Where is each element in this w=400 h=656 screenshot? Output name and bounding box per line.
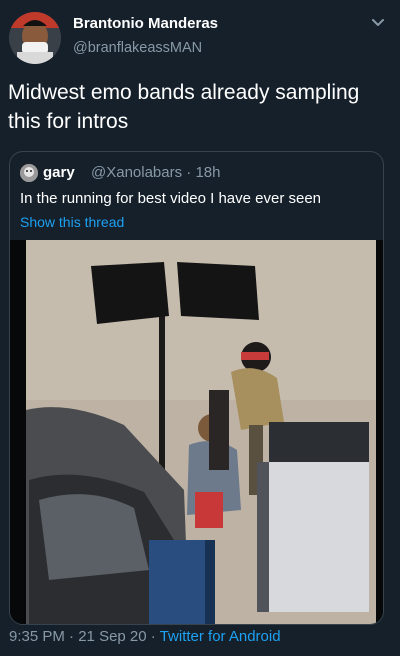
- quoted-age: 18h: [195, 164, 221, 181]
- tweet-text: Midwest emo bands already sampling this …: [8, 81, 360, 133]
- quoted-tweet[interactable]: gary @Xanolabars · 18h In the running fo…: [9, 151, 384, 625]
- show-thread-link[interactable]: Show this thread: [20, 214, 124, 230]
- quoted-author-handle: @Xanolabars: [91, 164, 183, 181]
- footer-separator: ·: [146, 628, 160, 645]
- tweet-source-link[interactable]: Twitter for Android: [160, 628, 281, 645]
- quoted-avatar: [20, 164, 38, 182]
- tweet-footer: 9:35 PM · 21 Sep 20 · Twitter for Androi…: [9, 628, 281, 645]
- quoted-author-meta: @Xanolabars · 18h: [91, 164, 221, 181]
- author-name[interactable]: Brantonio Manderas: [73, 15, 218, 32]
- footer-separator: ·: [64, 628, 79, 645]
- video-thumbnail[interactable]: [10, 240, 383, 624]
- tweet-time[interactable]: 9:35 PM: [9, 628, 65, 645]
- author-handle[interactable]: @branflakeassMAN: [73, 40, 202, 56]
- tweet-header: Brantonio Manderas @branflakeassMAN: [0, 0, 400, 66]
- tweet-date[interactable]: 21 Sep 20: [78, 628, 146, 645]
- quoted-separator: ·: [182, 164, 196, 181]
- chevron-down-icon[interactable]: [371, 15, 385, 26]
- quoted-text: In the running for best video I have eve…: [20, 190, 322, 207]
- author-avatar[interactable]: [9, 12, 61, 64]
- quoted-author-name: gary: [43, 164, 75, 181]
